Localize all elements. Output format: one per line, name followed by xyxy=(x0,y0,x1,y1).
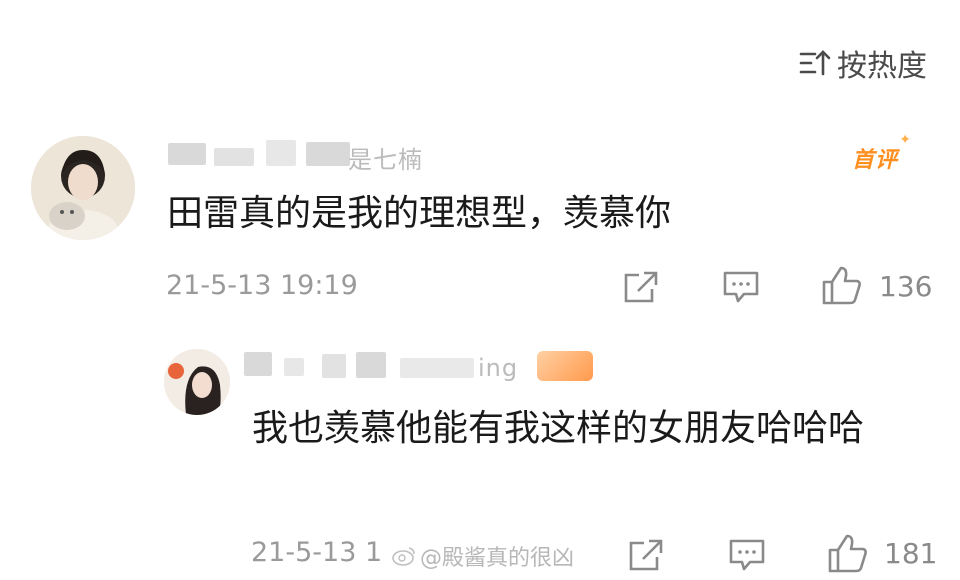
watermark: @殿酱真的很凶 xyxy=(392,540,574,572)
like-icon[interactable] xyxy=(827,532,869,574)
reply-like-count: 181 xyxy=(884,537,938,570)
username-mosaic xyxy=(266,140,296,166)
username[interactable]: 是七楠 xyxy=(348,140,423,175)
reply-username[interactable]: ing xyxy=(478,354,518,382)
sort-by-heat-button[interactable]: 按热度 xyxy=(799,44,927,84)
comment-timestamp: 21-5-13 19:19 xyxy=(166,270,358,301)
repost-icon[interactable] xyxy=(627,537,665,573)
sort-label: 按热度 xyxy=(837,49,927,84)
comment-icon[interactable] xyxy=(722,270,760,304)
member-badge xyxy=(537,351,593,381)
username-mosaic xyxy=(168,143,206,165)
reply-text: 我也羡慕他能有我这样的女朋友哈哈哈 xyxy=(252,408,865,449)
username-mosaic xyxy=(214,148,254,166)
reply-timestamp: 21-5-13 1 xyxy=(251,537,383,568)
username-mosaic xyxy=(284,358,304,376)
first-comment-badge: 首评 ✦ xyxy=(852,132,913,173)
username-mosaic xyxy=(306,142,350,166)
username-mosaic xyxy=(244,352,272,376)
sort-icon xyxy=(799,50,831,76)
avatar[interactable] xyxy=(31,136,135,240)
comment-icon[interactable] xyxy=(728,538,766,572)
reply-avatar[interactable] xyxy=(164,349,230,415)
like-icon[interactable] xyxy=(821,264,863,306)
like-count: 136 xyxy=(879,270,933,303)
username-mosaic xyxy=(322,354,346,378)
username-mosaic xyxy=(356,352,386,378)
comment-text: 田雷真的是我的理想型，羡慕你 xyxy=(167,193,672,234)
username-mosaic xyxy=(400,358,474,378)
repost-icon[interactable] xyxy=(622,269,660,305)
weibo-logo-icon xyxy=(392,547,415,566)
